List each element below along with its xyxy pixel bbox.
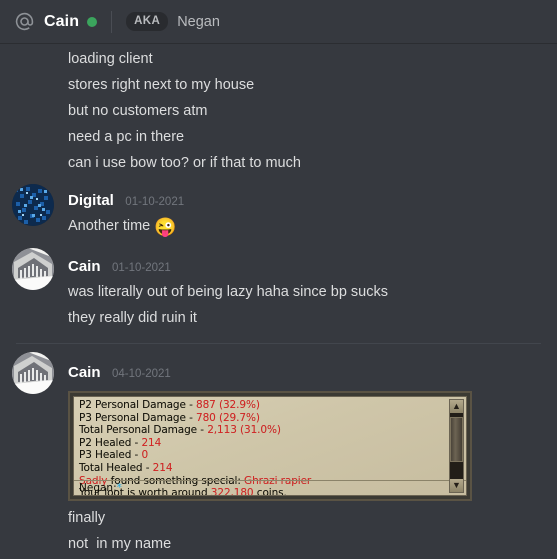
message-line: Another time 😜 [0,213,557,240]
log-separator [74,480,466,481]
log-value: 780 (29.7%) [196,411,260,424]
log-loot-post: coins. [253,487,287,496]
log-line: P3 Healed - 0 [79,449,466,462]
log-line: P2 Healed - 214 [79,437,466,450]
message-author[interactable]: Digital [68,192,114,209]
header-divider [111,10,113,33]
scroll-up-arrow[interactable]: ▲ [450,400,463,413]
log-line: Total Personal Damage - 2,113 (31.0%) [79,424,466,437]
game-log-attachment[interactable]: P2 Personal Damage - 887 (32.9%) P3 Pers… [68,391,472,501]
cain-avatar[interactable] [12,352,54,394]
channel-title: Cain [44,12,80,30]
message-text: Another time [68,218,155,234]
log-loot-value: 322,180 [210,487,254,496]
log-line-loot: Your loot is worth around 322,180 coins. [79,487,466,496]
message-list[interactable]: loading client stores right next to my h… [0,44,557,559]
log-label: Total Healed - [79,461,153,474]
log-value: 887 (32.9%) [196,399,260,411]
game-chat-username: Negan: [79,482,117,494]
online-status-dot [87,16,98,27]
channel-header: Cain AKA Negan [0,0,557,44]
message-group: Cain 04-10-2021 P2 Personal Damage - 887… [0,344,557,557]
log-label: P2 Healed - [79,436,142,449]
message-line: they really did ruin it [68,310,197,326]
cain-avatar[interactable] [12,248,54,290]
digital-avatar[interactable] [12,184,54,226]
message-line: was literally out of being lazy haha sin… [68,284,388,300]
message-line: can i use bow too? or if that to much [68,155,301,171]
message-line: but no customers atm [68,103,208,119]
log-value: 2,113 (31.0%) [207,424,281,437]
log-label: P2 Personal Damage - [79,399,196,411]
aka-nickname: Negan [177,13,220,30]
scroll-thumb[interactable] [450,417,463,462]
log-value: 214 [141,436,162,449]
log-value: 214 [152,461,173,474]
message-group: Cain 01-10-2021 was literally out of bei… [0,240,557,331]
game-chat-input-line[interactable]: Negan:* [79,482,122,495]
log-label: Total Personal Damage - [79,424,208,437]
message-line: finally [68,510,106,526]
game-scrollbar[interactable]: ▲ ▼ [449,399,464,493]
message-timestamp: 01-10-2021 [111,262,171,274]
message-timestamp: 01-10-2021 [125,196,185,208]
message-line: loading client [68,51,153,67]
message-header: Cain 01-10-2021 [0,256,557,279]
message-header: Cain 04-10-2021 [0,362,557,385]
message-timestamp: 04-10-2021 [111,368,171,380]
scroll-track[interactable] [450,413,463,479]
message-author[interactable]: Cain [68,364,101,381]
message-group-continued: loading client stores right next to my h… [0,44,557,176]
log-label: P3 Healed - [79,449,142,462]
game-chat-cursor: * [116,482,122,494]
scroll-down-arrow[interactable]: ▼ [450,479,463,492]
game-log-panel: P2 Personal Damage - 887 (32.9%) P3 Pers… [73,396,467,496]
message-line: stores right next to my house [68,77,255,93]
message-line: need a pc in there [68,129,185,145]
message-header: Digital 01-10-2021 [0,190,557,213]
log-line: P2 Personal Damage - 887 (32.9%) [79,399,466,412]
log-label: P3 Personal Damage - [79,411,196,424]
message-group: Digital 01-10-2021 Another time 😜 [0,176,557,240]
log-line: P3 Personal Damage - 780 (29.7%) [79,412,466,425]
log-line: Total Healed - 214 [79,462,466,475]
message-author[interactable]: Cain [68,258,101,275]
message-line: not in my name [68,536,172,552]
at-icon [14,11,35,32]
log-value: 0 [141,449,149,462]
aka-badge: AKA [126,12,169,31]
tongue-wink-emoji: 😜 [154,217,177,237]
game-log-lines: P2 Personal Damage - 887 (32.9%) P3 Pers… [74,397,466,496]
